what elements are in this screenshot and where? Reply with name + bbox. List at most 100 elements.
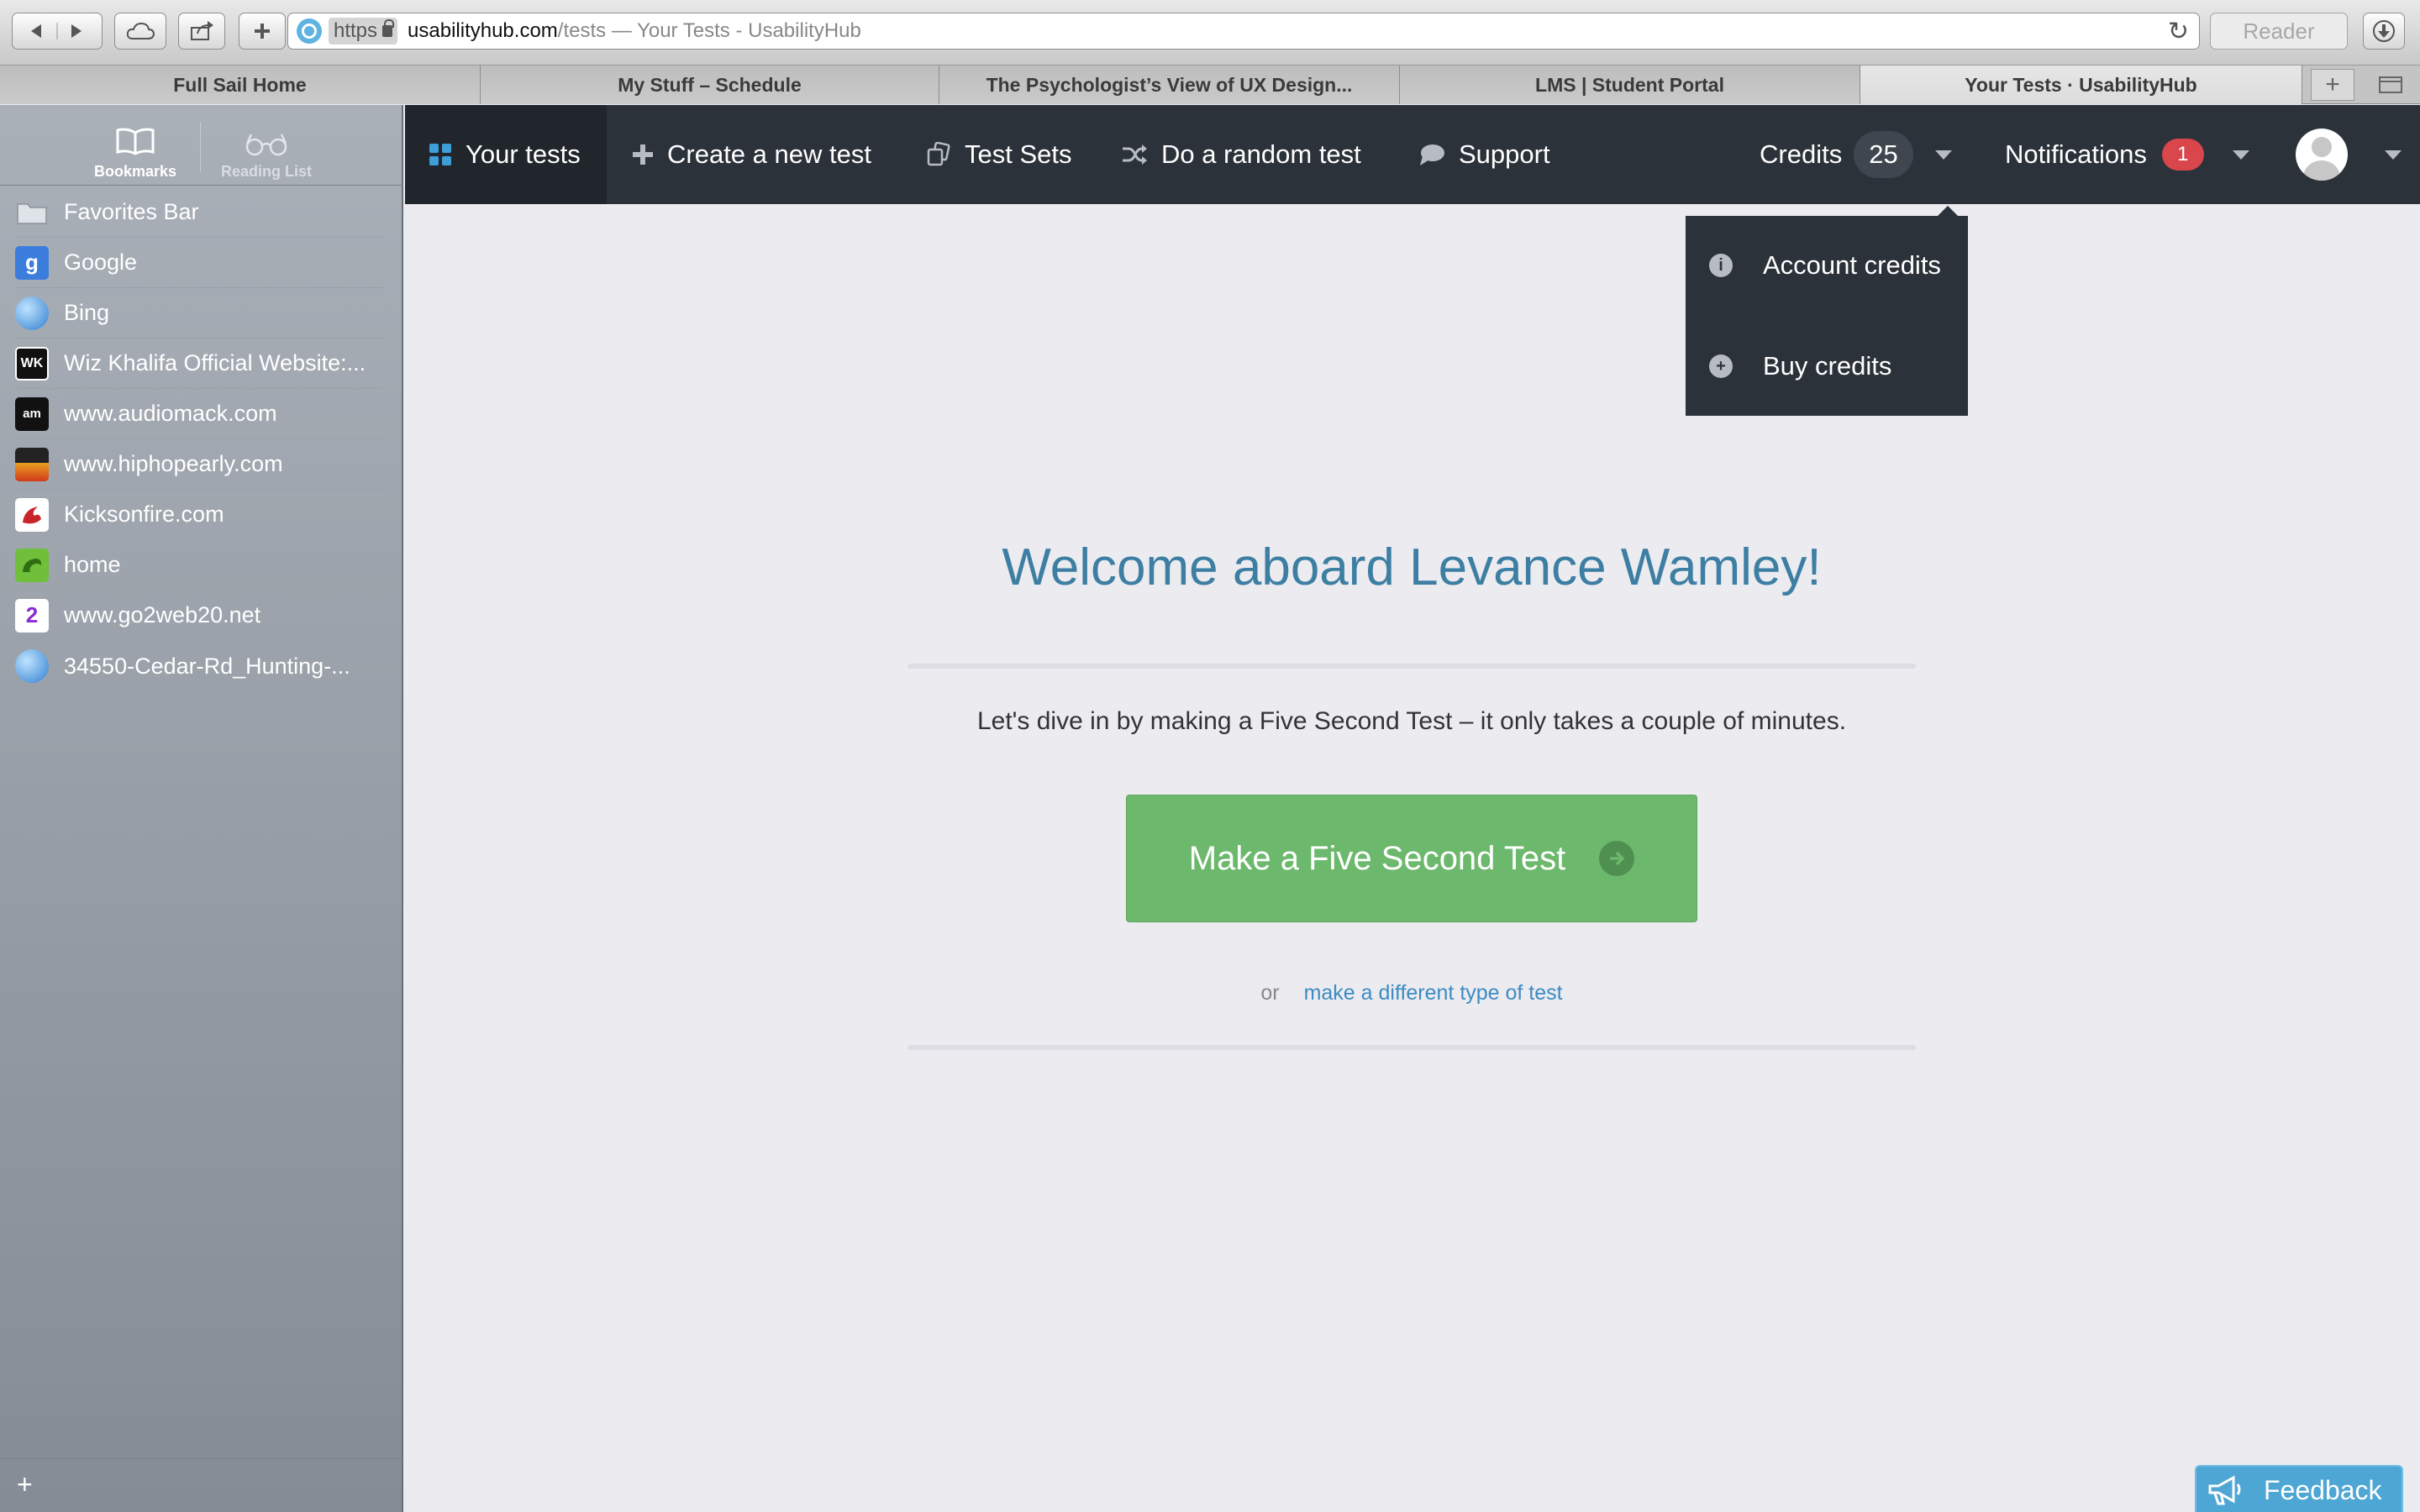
reading-list-label: Reading List	[220, 163, 312, 180]
bookmark-label: Wiz Khalifa Official Website:...	[64, 350, 366, 375]
bookmarks-label: Bookmarks	[93, 163, 177, 180]
share-icon	[191, 21, 213, 40]
credits-label: Credits	[1760, 139, 1843, 169]
bookmark-item[interactable]: www.hiphopearly.com	[15, 439, 383, 490]
chevron-down-icon	[2385, 150, 2402, 160]
add-tab-button[interactable]: +	[2311, 69, 2354, 101]
bookmark-label: Bing	[64, 300, 110, 325]
bookmark-item[interactable]: home	[15, 540, 383, 591]
chat-bubble-icon	[1420, 144, 1444, 165]
plus-circle-icon: +	[1709, 354, 1733, 378]
bookmark-item[interactable]: Kicksonfire.com	[15, 490, 383, 540]
browser-tab[interactable]: My Stuff – Schedule	[481, 66, 939, 104]
bookmark-item[interactable]: Favorites Bar	[15, 187, 383, 238]
avatar	[2296, 129, 2348, 181]
plus-icon	[633, 144, 653, 165]
globe-icon	[15, 296, 49, 330]
url-path: /tests — Your Tests - UsabilityHub	[557, 19, 861, 42]
bookmark-item[interactable]: 34550-Cedar-Rd_Hunting-...	[15, 641, 383, 691]
reading-list-tab[interactable]: Reading List	[203, 113, 329, 181]
google-icon: g	[15, 245, 49, 280]
divider	[908, 1045, 1916, 1050]
make-five-second-test-button[interactable]: Make a Five Second Test	[1126, 795, 1697, 922]
nav-credits[interactable]: Credits 25	[1760, 105, 1952, 204]
bookmark-label: Kicksonfire.com	[64, 501, 224, 527]
browser-tab[interactable]: LMS | Student Portal	[1400, 66, 1860, 104]
add-bookmark-icon[interactable]: +	[17, 1469, 33, 1500]
downloads-button[interactable]	[2363, 13, 2405, 50]
browser-toolbar: https usabilityhub.com /tests — Your Tes…	[0, 0, 2420, 66]
lock-icon	[382, 19, 395, 37]
bookmark-label: www.audiomack.com	[64, 401, 277, 426]
browser-tab[interactable]: The Psychologist’s View of UX Design...	[939, 66, 1400, 104]
nav-label: Support	[1459, 139, 1550, 169]
new-tab-button[interactable]	[239, 13, 286, 50]
reader-button[interactable]: Reader	[2210, 13, 2348, 50]
sidebar-header: Bookmarks Reading List	[0, 105, 403, 186]
bookmarks-sidebar: Bookmarks Reading List Favorites Bar g G…	[0, 105, 403, 1512]
bookmark-label: Google	[64, 249, 138, 275]
folder-icon	[15, 196, 49, 229]
menu-item-account-credits[interactable]: i Account credits	[1686, 216, 1968, 315]
bookmarks-tab[interactable]: Bookmarks	[72, 113, 198, 181]
different-test-link[interactable]: make a different type of test	[1304, 981, 1563, 1005]
alternate-test-line: or make a different type of test	[908, 981, 1916, 1005]
go2web-icon: 2	[15, 598, 49, 633]
nav-test-sets[interactable]: Test Sets	[926, 105, 1072, 204]
bookmark-label: home	[64, 552, 121, 577]
https-badge: https	[329, 18, 398, 45]
url-scheme: https	[334, 19, 378, 42]
bookmark-item[interactable]: Bing	[15, 288, 383, 339]
notification-badge: 1	[2161, 139, 2204, 171]
copy-icon	[927, 142, 950, 166]
tab-bar: Full Sail Home My Stuff – Schedule The P…	[0, 66, 2420, 104]
bookmark-item[interactable]: am www.audiomack.com	[15, 389, 383, 439]
nav-notifications[interactable]: Notifications 1	[2005, 105, 2249, 204]
nav-user-menu[interactable]	[2296, 105, 2402, 204]
share-button[interactable]	[178, 13, 225, 50]
back-forward-icon	[31, 23, 82, 39]
megaphone-icon	[2208, 1475, 2241, 1505]
bookmark-label: www.go2web20.net	[64, 602, 261, 627]
bookmark-item[interactable]: g Google	[15, 238, 383, 288]
sidebar-header-divider	[200, 122, 201, 172]
menu-item-buy-credits[interactable]: + Buy credits	[1686, 317, 1968, 416]
reload-icon[interactable]: ↻	[2168, 17, 2189, 46]
globe-icon	[15, 649, 49, 683]
home-icon	[15, 548, 49, 582]
nav-random-test[interactable]: Do a random test	[1121, 105, 1361, 204]
tab-overview-button[interactable]	[2370, 69, 2412, 101]
divider	[908, 664, 1916, 669]
address-bar[interactable]: https usabilityhub.com /tests — Your Tes…	[287, 13, 2200, 50]
page-title: Welcome aboard Levance Wamley!	[1002, 538, 1822, 596]
browser-tab[interactable]: Full Sail Home	[0, 66, 481, 104]
grid-icon	[429, 144, 451, 165]
feedback-button[interactable]: Feedback	[2195, 1465, 2403, 1512]
plus-icon	[255, 24, 270, 39]
app-nav-bar: Your tests Create a new test Test Sets D…	[405, 105, 2420, 204]
nav-label: Do a random test	[1161, 139, 1361, 169]
notifications-label: Notifications	[2005, 139, 2147, 169]
url-domain: usabilityhub.com	[408, 19, 558, 42]
credits-count: 25	[1854, 131, 1913, 178]
bookmark-item[interactable]: WK Wiz Khalifa Official Website:...	[15, 339, 383, 389]
chevron-down-icon	[2232, 150, 2249, 160]
info-icon: i	[1709, 254, 1733, 277]
menu-item-label: Account credits	[1763, 250, 1941, 280]
nav-create-test[interactable]: Create a new test	[632, 105, 871, 204]
nav-support[interactable]: Support	[1418, 105, 1550, 204]
browser-tab-active[interactable]: Your Tests · UsabilityHub	[1860, 66, 2302, 104]
book-icon	[116, 128, 155, 155]
back-forward-buttons[interactable]	[12, 13, 103, 50]
nav-your-tests[interactable]: Your tests	[405, 105, 607, 204]
bookmark-label: www.hiphopearly.com	[64, 451, 283, 476]
bookmark-item[interactable]: 2 www.go2web20.net	[15, 591, 383, 641]
intro-text: Let's dive in by making a Five Second Te…	[976, 707, 1847, 735]
hiphopearly-icon	[15, 447, 49, 481]
nav-label: Test Sets	[965, 139, 1072, 169]
bookmark-label: 34550-Cedar-Rd_Hunting-...	[64, 653, 350, 679]
button-label: Make a Five Second Test	[1188, 839, 1566, 877]
icloud-tabs-button[interactable]	[114, 13, 166, 50]
bookmark-list: Favorites Bar g Google Bing WK Wiz Khali…	[0, 187, 403, 691]
bookmark-label: Favorites Bar	[64, 199, 199, 224]
